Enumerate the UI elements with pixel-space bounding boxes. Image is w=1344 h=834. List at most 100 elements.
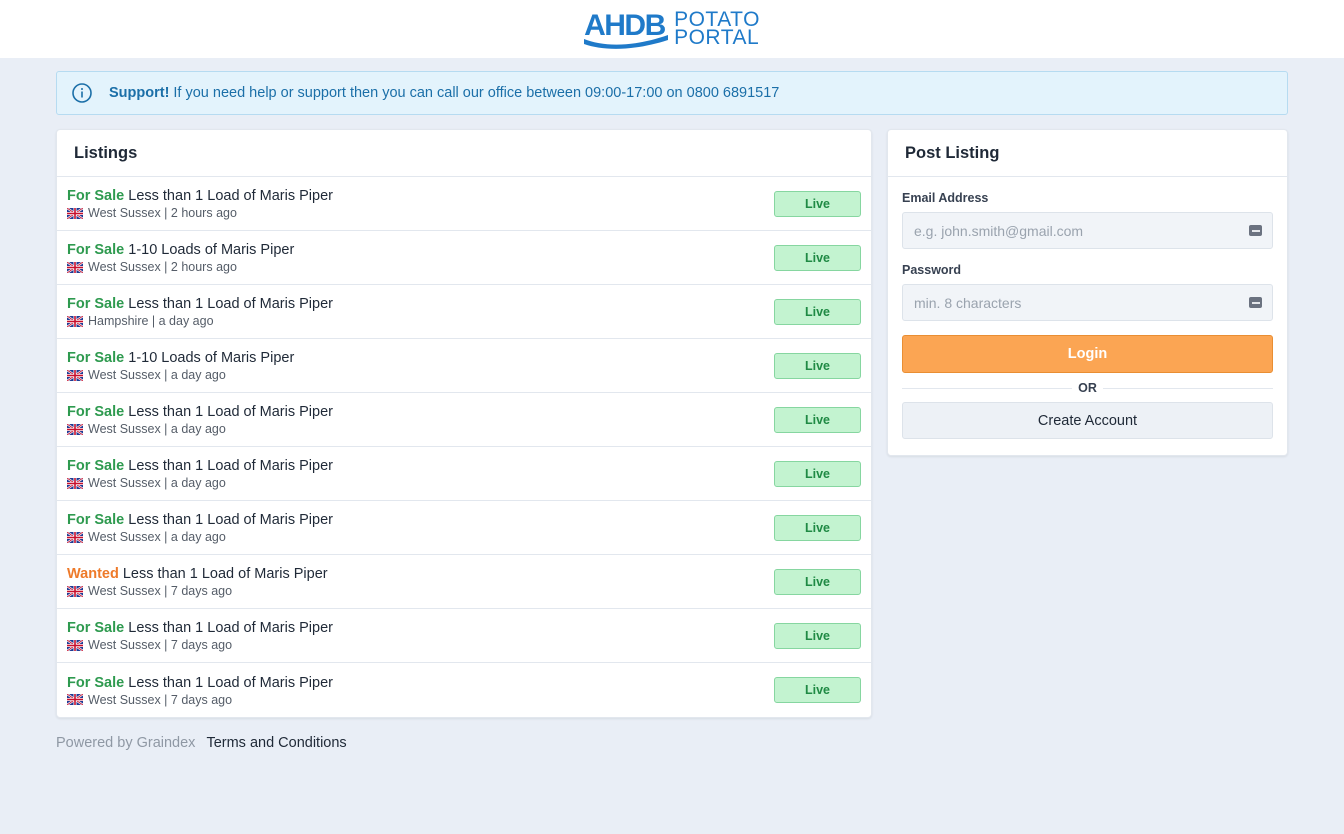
listing-location: West Sussex | 7 days ago	[88, 692, 233, 707]
status-badge: Live	[774, 622, 861, 649]
post-listing-panel: Post Listing Email Address Password Logi…	[887, 129, 1288, 456]
listing-type: For Sale	[67, 188, 125, 204]
email-field-wrapper	[902, 212, 1273, 249]
listings-list: For Sale Less than 1 Load of Maris Piper…	[57, 177, 871, 717]
listings-panel: Listings For Sale Less than 1 Load of Ma…	[56, 129, 872, 718]
listing-title: 1-10 Loads of Maris Piper	[128, 242, 295, 258]
uk-flag-icon	[66, 530, 84, 544]
listing-row[interactable]: For Sale Less than 1 Load of Maris Piper…	[57, 609, 871, 663]
listing-row[interactable]: For Sale 1-10 Loads of Maris Piper West S…	[57, 231, 871, 285]
listing-info: For Sale Less than 1 Load of Maris Piper…	[66, 295, 333, 328]
listing-row[interactable]: For Sale Less than 1 Load of Maris Piper…	[57, 393, 871, 447]
listing-type: For Sale	[67, 458, 125, 474]
listing-location: West Sussex | a day ago	[88, 422, 226, 436]
listing-row[interactable]: For Sale Less than 1 Load of Maris Piper…	[57, 501, 871, 555]
listing-meta: West Sussex | 7 days ago	[66, 638, 333, 652]
alert-title: Support!	[109, 85, 170, 101]
logo-wave-icon	[584, 35, 669, 49]
listing-meta: West Sussex | a day ago	[66, 530, 333, 544]
listing-meta: West Sussex | 2 hours ago	[66, 260, 294, 274]
listing-info: For Sale Less than 1 Load of Maris Piper…	[66, 511, 333, 544]
listing-title-line[interactable]: For Sale Less than 1 Load of Maris Piper	[67, 295, 333, 313]
listing-title-line[interactable]: For Sale Less than 1 Load of Maris Piper	[67, 511, 333, 529]
listing-title-line[interactable]: For Sale 1-10 Loads of Maris Piper	[67, 349, 294, 367]
listing-location: Hampshire | a day ago	[88, 314, 214, 328]
listing-location: West Sussex | 2 hours ago	[88, 260, 237, 274]
listing-title-line[interactable]: Wanted Less than 1 Load of Maris Piper	[67, 565, 328, 583]
listing-type: For Sale	[67, 512, 125, 528]
or-divider: OR	[902, 373, 1273, 402]
listing-row[interactable]: For Sale Less than 1 Load of Maris Piper…	[57, 447, 871, 501]
listing-title-line[interactable]: For Sale Less than 1 Load of Maris Piper	[67, 674, 333, 692]
listing-row[interactable]: For Sale 1-10 Loads of Maris Piper West S…	[57, 339, 871, 393]
listing-location: West Sussex | 7 days ago	[88, 584, 233, 598]
listing-info: For Sale 1-10 Loads of Maris Piper West S…	[66, 241, 294, 274]
listing-title-line[interactable]: For Sale Less than 1 Load of Maris Piper	[67, 187, 333, 205]
listing-info: For Sale Less than 1 Load of Maris Piper…	[66, 403, 333, 436]
status-badge: Live	[774, 352, 861, 379]
listing-title: Less than 1 Load of Maris Piper	[128, 674, 333, 691]
create-account-button[interactable]: Create Account	[902, 402, 1273, 439]
listing-row[interactable]: For Sale Less than 1 Load of Maris Piper…	[57, 177, 871, 231]
uk-flag-icon	[66, 638, 84, 652]
listings-heading: Listings	[57, 130, 871, 177]
listing-meta: West Sussex | 7 days ago	[66, 584, 328, 598]
main-container: Support! If you need help or support the…	[56, 71, 1288, 751]
listing-info: For Sale Less than 1 Load of Maris Piper…	[66, 457, 333, 490]
listing-type: For Sale	[67, 350, 125, 366]
listing-info: For Sale Less than 1 Load of Maris Piper…	[66, 187, 333, 220]
autofill-key-icon[interactable]	[1249, 225, 1262, 236]
listing-title-line[interactable]: For Sale Less than 1 Load of Maris Piper	[67, 457, 333, 475]
powered-by-link[interactable]: Powered by Graindex	[56, 735, 195, 751]
listing-info: Wanted Less than 1 Load of Maris Piper We…	[66, 565, 328, 598]
listing-meta: Hampshire | a day ago	[66, 314, 333, 328]
listing-row[interactable]: For Sale Less than 1 Load of Maris Piper…	[57, 285, 871, 339]
info-icon	[71, 82, 93, 104]
listing-title-line[interactable]: For Sale Less than 1 Load of Maris Piper	[67, 619, 333, 637]
terms-link[interactable]: Terms and Conditions	[206, 735, 346, 751]
email-label: Email Address	[902, 191, 989, 205]
alert-text: If you need help or support then you can…	[173, 85, 780, 101]
listing-type: Wanted	[67, 566, 119, 582]
listing-row[interactable]: For Sale Less than 1 Load of Maris Piper…	[57, 663, 871, 717]
listing-type: For Sale	[67, 404, 125, 420]
listing-row[interactable]: Wanted Less than 1 Load of Maris Piper We…	[57, 555, 871, 609]
listing-info: For Sale Less than 1 Load of Maris Piper…	[66, 619, 333, 652]
listing-type: For Sale	[67, 242, 125, 258]
listing-title: 1-10 Loads of Maris Piper	[128, 350, 295, 366]
listing-title: Less than 1 Load of Maris Piper	[128, 512, 333, 528]
login-button[interactable]: Login	[902, 335, 1273, 373]
status-badge: Live	[774, 244, 861, 271]
status-badge: Live	[774, 406, 861, 433]
content-columns: Listings For Sale Less than 1 Load of Ma…	[56, 129, 1288, 718]
site-logo[interactable]: AHDB POTATO PORTAL	[584, 9, 760, 49]
listing-type: For Sale	[67, 296, 125, 312]
listing-meta: West Sussex | 7 days ago	[66, 692, 333, 707]
listing-title-line[interactable]: For Sale 1-10 Loads of Maris Piper	[67, 241, 294, 259]
autofill-key-icon[interactable]	[1249, 297, 1262, 308]
uk-flag-icon	[66, 260, 84, 274]
status-badge: Live	[774, 514, 861, 541]
listing-location: West Sussex | a day ago	[88, 368, 226, 382]
status-badge: Live	[774, 568, 861, 595]
logo-text: POTATO PORTAL	[674, 9, 760, 48]
status-badge: Live	[774, 298, 861, 325]
uk-flag-icon	[66, 314, 84, 328]
listing-title: Less than 1 Load of Maris Piper	[128, 296, 333, 312]
listing-title: Less than 1 Load of Maris Piper	[122, 566, 328, 582]
listing-type: For Sale	[67, 674, 125, 691]
post-listing-heading: Post Listing	[888, 130, 1287, 177]
email-field[interactable]	[914, 222, 1234, 239]
listing-title: Less than 1 Load of Maris Piper	[128, 404, 333, 420]
password-field[interactable]	[914, 294, 1234, 311]
listing-title: Less than 1 Load of Maris Piper	[128, 620, 333, 636]
password-field-wrapper	[902, 284, 1273, 321]
listing-meta: West Sussex | a day ago	[66, 476, 333, 490]
listing-type: For Sale	[67, 620, 125, 636]
uk-flag-icon	[66, 368, 84, 382]
listing-location: West Sussex | 7 days ago	[88, 638, 233, 652]
uk-flag-icon	[66, 476, 84, 490]
listing-location: West Sussex | a day ago	[88, 476, 226, 490]
footer: Powered by Graindex Terms and Conditions	[56, 735, 1288, 751]
listing-title-line[interactable]: For Sale Less than 1 Load of Maris Piper	[67, 403, 333, 421]
